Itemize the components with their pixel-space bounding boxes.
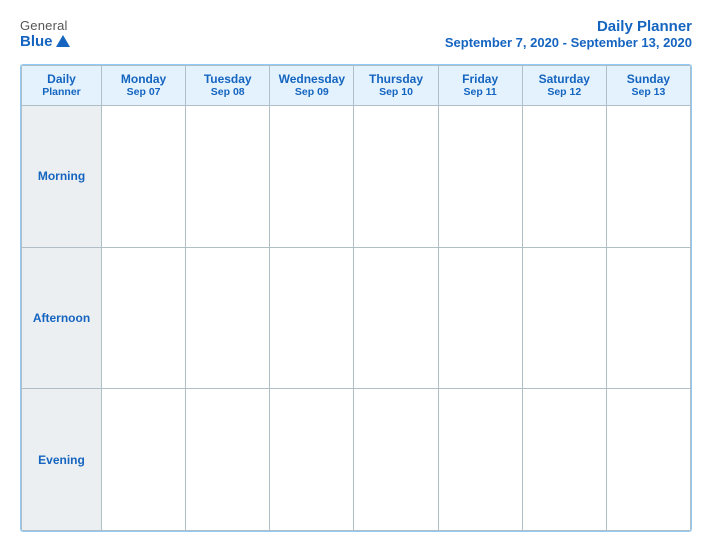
- evening-tuesday-cell[interactable]: [186, 389, 270, 531]
- morning-label-cell: Morning: [22, 105, 102, 247]
- afternoon-monday-cell[interactable]: [102, 247, 186, 389]
- day-name-monday: Monday: [105, 72, 182, 86]
- header-row: Daily Planner Monday Sep 07 Tuesday Sep …: [22, 66, 691, 106]
- afternoon-tuesday-cell[interactable]: [186, 247, 270, 389]
- day-header-friday: Friday Sep 11: [438, 66, 522, 106]
- morning-monday-cell[interactable]: [102, 105, 186, 247]
- day-name-tuesday: Tuesday: [189, 72, 266, 86]
- afternoon-wednesday-cell[interactable]: [270, 247, 354, 389]
- logo-general: General: [20, 18, 68, 33]
- label-header-line1: Daily: [25, 72, 98, 86]
- day-date-sunday: Sep 13: [610, 86, 687, 99]
- day-header-sunday: Sunday Sep 13: [606, 66, 690, 106]
- day-date-saturday: Sep 12: [526, 86, 603, 99]
- label-header-cell: Daily Planner: [22, 66, 102, 106]
- afternoon-label: Afternoon: [33, 311, 90, 325]
- morning-tuesday-cell[interactable]: [186, 105, 270, 247]
- logo-blue: Blue: [20, 34, 53, 49]
- morning-friday-cell[interactable]: [438, 105, 522, 247]
- day-name-friday: Friday: [442, 72, 519, 86]
- header-title-main: Daily Planner: [445, 18, 692, 35]
- logo-icon: [55, 33, 71, 49]
- header-title-date: September 7, 2020 - September 13, 2020: [445, 35, 692, 50]
- evening-sunday-cell[interactable]: [606, 389, 690, 531]
- afternoon-row: Afternoon: [22, 247, 691, 389]
- morning-thursday-cell[interactable]: [354, 105, 438, 247]
- afternoon-friday-cell[interactable]: [438, 247, 522, 389]
- day-header-saturday: Saturday Sep 12: [522, 66, 606, 106]
- day-date-friday: Sep 11: [442, 86, 519, 99]
- evening-label-cell: Evening: [22, 389, 102, 531]
- day-header-thursday: Thursday Sep 10: [354, 66, 438, 106]
- morning-row: Morning: [22, 105, 691, 247]
- calendar-container: Daily Planner Monday Sep 07 Tuesday Sep …: [20, 64, 692, 532]
- afternoon-sunday-cell[interactable]: [606, 247, 690, 389]
- morning-saturday-cell[interactable]: [522, 105, 606, 247]
- afternoon-thursday-cell[interactable]: [354, 247, 438, 389]
- label-header-line2: Planner: [25, 86, 98, 99]
- logo: General Blue: [20, 18, 71, 49]
- day-header-tuesday: Tuesday Sep 08: [186, 66, 270, 106]
- day-name-thursday: Thursday: [357, 72, 434, 86]
- afternoon-label-cell: Afternoon: [22, 247, 102, 389]
- day-header-monday: Monday Sep 07: [102, 66, 186, 106]
- evening-thursday-cell[interactable]: [354, 389, 438, 531]
- day-header-wednesday: Wednesday Sep 09: [270, 66, 354, 106]
- day-name-sunday: Sunday: [610, 72, 687, 86]
- day-date-wednesday: Sep 09: [273, 86, 350, 99]
- day-name-saturday: Saturday: [526, 72, 603, 86]
- evening-friday-cell[interactable]: [438, 389, 522, 531]
- calendar-table: Daily Planner Monday Sep 07 Tuesday Sep …: [21, 65, 691, 531]
- header-title: Daily Planner September 7, 2020 - Septem…: [445, 18, 692, 50]
- day-name-wednesday: Wednesday: [273, 72, 350, 86]
- day-date-thursday: Sep 10: [357, 86, 434, 99]
- evening-label: Evening: [38, 453, 85, 467]
- morning-sunday-cell[interactable]: [606, 105, 690, 247]
- evening-wednesday-cell[interactable]: [270, 389, 354, 531]
- day-date-tuesday: Sep 08: [189, 86, 266, 99]
- header: General Blue Daily Planner September 7, …: [20, 18, 692, 50]
- evening-row: Evening: [22, 389, 691, 531]
- morning-label: Morning: [38, 169, 85, 183]
- morning-wednesday-cell[interactable]: [270, 105, 354, 247]
- page: General Blue Daily Planner September 7, …: [0, 0, 712, 550]
- afternoon-saturday-cell[interactable]: [522, 247, 606, 389]
- day-date-monday: Sep 07: [105, 86, 182, 99]
- evening-monday-cell[interactable]: [102, 389, 186, 531]
- evening-saturday-cell[interactable]: [522, 389, 606, 531]
